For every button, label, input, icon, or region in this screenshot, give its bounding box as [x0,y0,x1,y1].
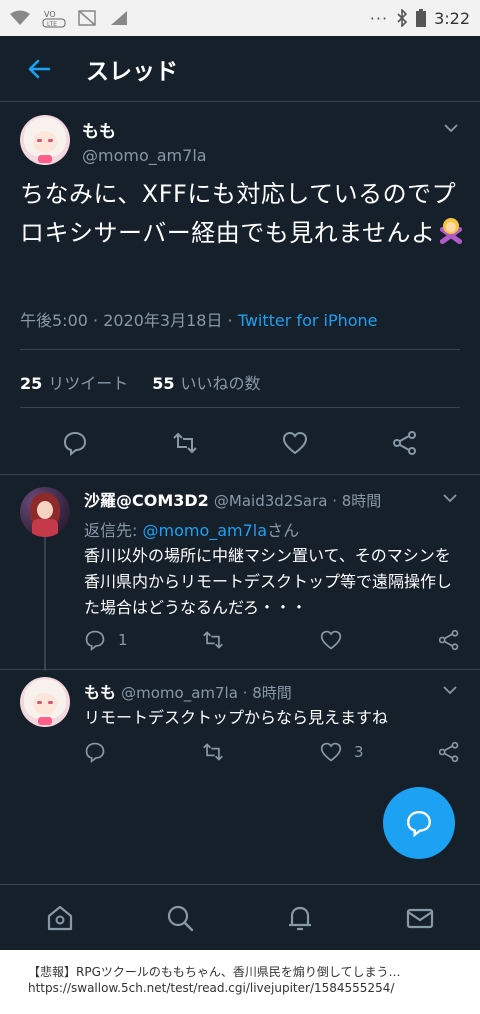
reply-header: もも @momo_am7la · 8時間 [84,679,292,703]
battery-icon [416,9,427,27]
home-icon[interactable] [45,903,75,933]
back-button[interactable] [20,50,58,88]
reply-to-user-link[interactable]: @momo_am7la [142,521,267,540]
chevron-down-icon[interactable] [443,683,457,697]
share-icon[interactable] [438,629,460,651]
reply-text: リモートデスクトップからなら見えますね [84,708,389,727]
caption-url[interactable]: https://swallow.5ch.net/test/read.cgi/li… [28,980,452,996]
reply-text: 香川以外の場所に中継マシン置いて、そのマシンを香川県内からリモートデスクトップ等… [84,546,453,617]
reply-actions: 3 [84,741,464,767]
reply-header: 沙羅@COM3D2 @Maid3d2Sara · 8時間 [84,487,381,511]
page-title: スレッド [86,58,178,85]
search-icon[interactable] [165,903,195,933]
status-right: ··· 3:22 [370,9,470,28]
svg-text:LTE: LTE [47,21,57,28]
divider [20,407,460,408]
retweets-count: 25 [20,374,43,393]
tweet-timestamp: 午後5:00 · 2020年3月18日 · [20,311,238,330]
top-bar: スレッド [0,36,480,102]
reply-author-name[interactable]: もも [84,683,116,702]
notifications-icon[interactable] [285,903,315,933]
reply-icon[interactable] [84,629,106,651]
reply-actions: 1 [84,629,464,655]
main-tweet-actions [0,430,480,466]
main-tweet-author: もも @momo_am7la [82,115,207,165]
chevron-down-icon[interactable] [443,491,457,505]
woman-gesturing-no-emoji-icon [436,216,466,246]
status-left: VO LTE [10,8,128,28]
thread-connector [44,536,46,671]
tweet-stats: 25 リツイート 55 いいねの数 [20,370,261,394]
compose-reply-button[interactable] [383,787,455,859]
tweet-text-body: ちなみに、XFFにも対応しているのでプロキシサーバー経由でも見れませんよ [20,180,457,247]
bluetooth-icon [397,9,408,27]
status-dots: ··· [369,8,389,28]
avatar[interactable] [20,677,70,727]
retweet-icon[interactable] [202,629,224,651]
retweets-label: リツイート [48,374,129,393]
like-count: 3 [354,743,364,761]
like-icon[interactable] [320,629,342,651]
reply-author-handle[interactable]: @momo_am7la · 8時間 [121,684,292,702]
chevron-down-icon[interactable] [444,121,458,135]
tweet-text: ちなみに、XFFにも対応しているのでプロキシサーバー経由でも見れませんよ [20,175,470,253]
share-icon[interactable] [438,741,460,763]
divider [0,474,480,475]
bottom-navigation [0,884,480,950]
like-icon[interactable] [282,430,308,456]
reply-avatar-wrap [20,677,70,727]
status-time: 3:22 [434,8,470,28]
source-caption: 【悲報】RPGツクールのももちゃん、香川県民を煽り倒してしまう… https:/… [0,950,480,1014]
reply-author-handle[interactable]: @Maid3d2Sara · 8時間 [214,492,381,510]
volte-icon: VO LTE [42,10,66,28]
back-arrow-icon [28,59,51,78]
messages-icon[interactable] [405,903,435,933]
svg-text:VO: VO [44,10,56,19]
author-name[interactable]: もも [82,117,207,142]
share-icon[interactable] [392,430,418,456]
tweet-source-link[interactable]: Twitter for iPhone [238,311,378,330]
tweet-meta: 午後5:00 · 2020年3月18日 · Twitter for iPhone [20,307,378,331]
avatar[interactable] [20,487,70,537]
reply-count: 1 [118,631,128,649]
retweets-stat[interactable]: 25 リツイート [20,370,128,394]
signal-icon [111,11,127,25]
likes-stat[interactable]: 55 いいねの数 [152,370,260,394]
reply-to-suffix: さん [267,521,300,540]
status-bar: VO LTE ··· 3:22 [0,0,480,36]
reply-author-name[interactable]: 沙羅@COM3D2 [84,491,209,510]
signal-crossed-icon [78,10,96,26]
main-tweet-header: もも @momo_am7la [20,115,207,165]
caption-title: 【悲報】RPGツクールのももちゃん、香川県民を煽り倒してしまう… [28,965,401,979]
divider [20,349,460,350]
reply-to-line: 返信先: @momo_am7laさん [84,517,299,541]
avatar[interactable] [20,115,70,165]
retweet-icon[interactable] [172,430,198,456]
wifi-icon [10,10,30,25]
reply-avatar-wrap [20,487,70,537]
likes-count: 55 [152,374,175,393]
reply-icon[interactable] [84,741,106,763]
likes-label: いいねの数 [180,374,261,393]
reply-to-prefix: 返信先: [84,521,143,540]
compose-icon [407,811,431,837]
like-icon[interactable] [320,741,342,763]
retweet-icon[interactable] [202,741,224,763]
author-handle[interactable]: @momo_am7la [82,146,207,165]
reply-icon[interactable] [62,430,88,456]
divider [0,669,480,670]
